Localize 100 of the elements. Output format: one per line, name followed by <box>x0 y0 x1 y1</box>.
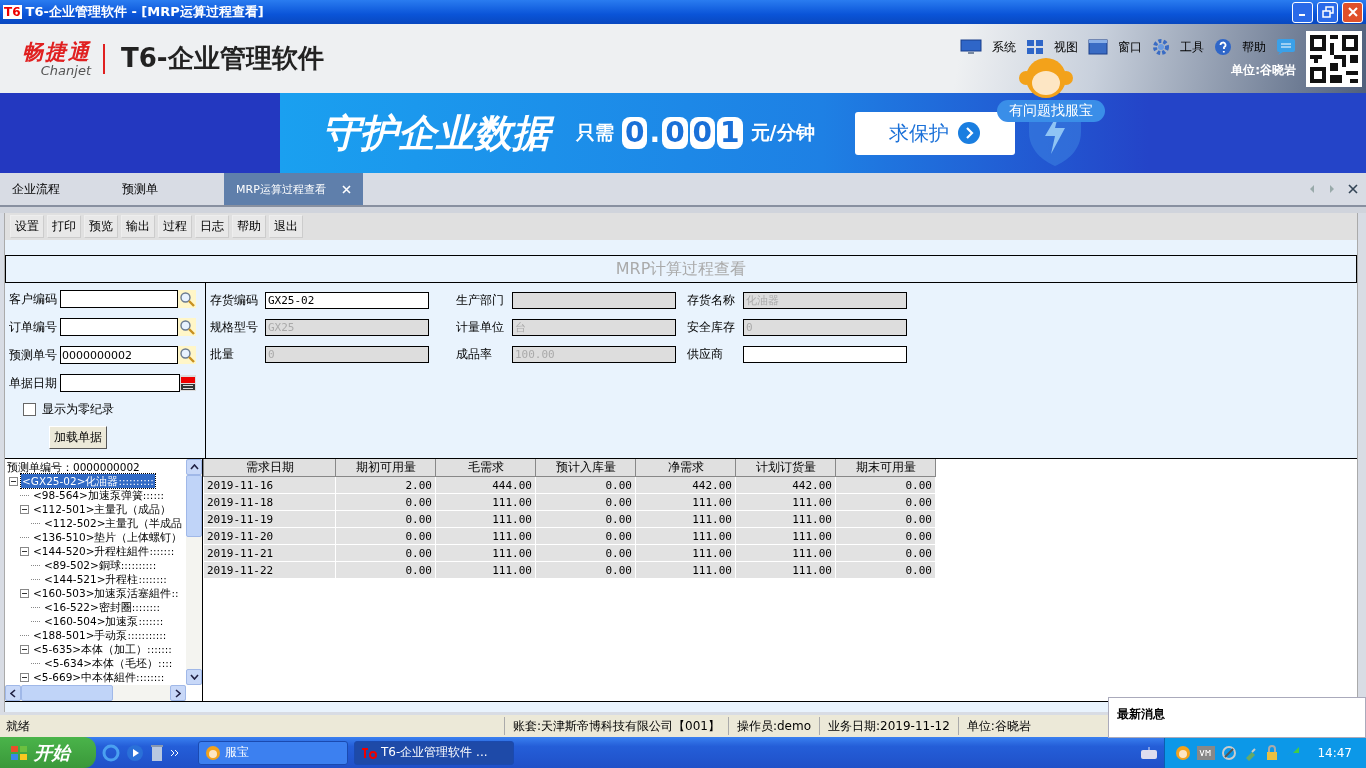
window-icon <box>1088 39 1108 55</box>
checkbox-label: 显示为零纪录 <box>42 401 114 418</box>
collapse-icon[interactable] <box>20 546 29 556</box>
tree-item[interactable]: <160-504>加速泵::::::: <box>43 614 165 628</box>
tree-item[interactable]: <GX25-02>化油器:::::::::: <box>21 474 155 488</box>
calendar-icon[interactable] <box>180 375 196 391</box>
tree-item[interactable]: <5-635>本体（加工）::::::: <box>32 642 173 656</box>
taskbar-button[interactable]: 服宝 <box>198 740 348 765</box>
window-title: T6-企业管理软件 - [MRP运算过程查看] <box>25 3 264 21</box>
mascot-icon[interactable] <box>205 744 221 761</box>
menu-item[interactable]: 窗口 <box>1118 38 1142 56</box>
collapse-icon[interactable] <box>20 644 29 654</box>
brand-name: 畅捷通 <box>22 39 91 64</box>
overflow-icon[interactable] <box>170 747 180 758</box>
taskbar-button[interactable]: T6-企业管理软件 ... <box>354 740 514 765</box>
toolbar-button[interactable]: 输出 <box>121 215 155 238</box>
mascot-icon[interactable] <box>1175 744 1192 761</box>
lookup-field[interactable]: 0000000002 <box>60 346 178 364</box>
toolbar-button[interactable]: 帮助 <box>232 215 266 238</box>
tab[interactable]: 预测单 <box>110 173 208 205</box>
toolbar-button[interactable]: 设置 <box>10 215 44 238</box>
app-icon: T6 <box>3 5 22 19</box>
tree-item[interactable]: <112-502>主量孔（半成品 <box>43 516 184 530</box>
status-text: 就绪 <box>5 718 31 735</box>
text-field[interactable] <box>743 346 907 363</box>
close-icon[interactable] <box>1348 184 1358 194</box>
restore-button[interactable] <box>1317 1 1338 23</box>
column-header[interactable]: 净需求 <box>635 459 736 477</box>
form-title: MRP计算过程查看 <box>615 258 747 280</box>
toolbar-button[interactable]: 退出 <box>269 215 303 238</box>
network-icon[interactable] <box>1221 744 1238 761</box>
tree-item[interactable]: <98-564>加速泵弹簧:::::: <box>32 488 165 502</box>
status-text: 单位:谷晓岩 <box>957 717 1039 735</box>
column-header[interactable]: 需求日期 <box>203 459 336 477</box>
tree-item[interactable]: <144-520>升程柱組件::::::: <box>32 544 176 558</box>
clock: 14:47 <box>1317 745 1352 760</box>
media-player-icon[interactable] <box>126 743 144 762</box>
status-text: 账套:天津斯帝博科技有限公司【001】 <box>504 717 728 735</box>
field-label: 预测单号 <box>9 346 58 364</box>
tree-item[interactable]: <16-522>密封圈:::::::: <box>43 600 162 614</box>
bin-icon[interactable] <box>150 743 164 762</box>
brand-subtitle: Chanjet <box>40 63 91 78</box>
qr-code-icon <box>1306 30 1362 87</box>
field-label: 单据日期 <box>9 374 58 392</box>
tree-item[interactable]: <89-502>銅球:::::::::: <box>43 558 158 572</box>
tree-item[interactable]: <112-501>主量孔（成品） <box>32 502 173 516</box>
vertical-scrollbar[interactable] <box>186 459 202 685</box>
search-icon[interactable] <box>178 346 196 364</box>
vm-icon[interactable] <box>1197 745 1216 760</box>
search-icon[interactable] <box>178 318 196 336</box>
status-text: 操作员:demo <box>727 717 820 735</box>
tree-item[interactable]: <136-510>垫片（上体螺钉） <box>32 530 184 544</box>
column-header[interactable]: 期初可用量 <box>335 459 436 477</box>
collapse-icon[interactable] <box>20 588 29 598</box>
tab[interactable]: 企业流程 <box>0 173 98 205</box>
minimize-button[interactable] <box>1292 1 1313 23</box>
collapse-icon[interactable] <box>20 672 29 682</box>
tree-item[interactable]: <160-503>加速泵活塞組件:: <box>32 586 180 600</box>
search-icon[interactable] <box>178 290 196 308</box>
field-label: 批量 <box>210 346 235 363</box>
horizontal-scrollbar[interactable] <box>5 685 186 701</box>
menu-item[interactable]: 系统 <box>992 38 1016 56</box>
price-digit: 0 <box>662 117 688 149</box>
gear-icon <box>1152 38 1170 56</box>
tab[interactable]: MRP运算过程查看 <box>224 173 363 205</box>
toolbar-button[interactable]: 预览 <box>84 215 118 238</box>
tree-item[interactable]: <188-501>手动泵::::::::::: <box>32 628 168 642</box>
monitor-icon <box>960 39 982 55</box>
price-digit: 0 <box>689 117 716 149</box>
tree-item[interactable]: <5-669>中本体組件:::::::: <box>32 670 166 684</box>
close-button[interactable] <box>1342 1 1363 23</box>
price-prefix: 只需 <box>576 120 614 145</box>
chat-icon[interactable] <box>1276 38 1296 56</box>
field-label: 安全库存 <box>687 319 736 336</box>
collapse-icon[interactable] <box>20 504 29 514</box>
column-header[interactable]: 期末可用量 <box>835 459 936 477</box>
field-label: 规格型号 <box>210 319 259 336</box>
lookup-field[interactable] <box>60 290 178 308</box>
tree-item[interactable]: <5-634>本体（毛坯）:::: <box>43 656 174 670</box>
date-field[interactable] <box>60 374 180 392</box>
tree-item[interactable]: <144-521>升程柱:::::::: <box>43 572 168 586</box>
column-header[interactable]: 计划订货量 <box>735 459 836 477</box>
toolbar-button[interactable]: 过程 <box>158 215 192 238</box>
keyboard-icon[interactable] <box>1140 745 1159 760</box>
restore-icon[interactable] <box>1321 6 1334 18</box>
checkbox[interactable] <box>23 403 36 416</box>
menu-item[interactable]: 帮助 <box>1242 38 1266 56</box>
load-button[interactable]: 加载单据 <box>49 426 107 449</box>
toolbar-button[interactable]: 日志 <box>195 215 229 238</box>
column-header[interactable]: 毛需求 <box>435 459 536 477</box>
menu-item[interactable]: 工具 <box>1180 38 1204 56</box>
text-field[interactable]: GX25-02 <box>265 292 429 309</box>
toolbar-button[interactable]: 打印 <box>47 215 81 238</box>
menu-item[interactable]: 视图 <box>1054 38 1078 56</box>
field-label: 订单编号 <box>9 318 58 336</box>
price-suffix: 元/分钟 <box>750 120 815 145</box>
chevron-icon[interactable] <box>956 121 981 145</box>
lookup-field[interactable] <box>60 318 178 336</box>
column-header[interactable]: 预计入库量 <box>535 459 636 477</box>
collapse-icon[interactable] <box>9 476 18 486</box>
